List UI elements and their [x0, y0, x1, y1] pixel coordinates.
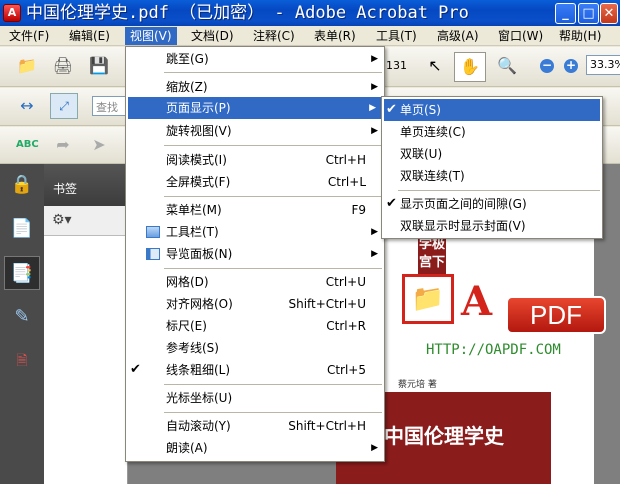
- save-icon[interactable]: 💾: [88, 55, 110, 77]
- menu-item-guides[interactable]: 参考线(S): [126, 337, 384, 359]
- fit-width-icon[interactable]: ↔: [16, 95, 38, 117]
- menu-forms[interactable]: 表单(R): [309, 27, 361, 45]
- submenu-item-single-page[interactable]: ✔ 单页(S): [384, 99, 600, 121]
- checkmark-icon: ✔: [130, 362, 141, 377]
- menu-item-line-weights[interactable]: ✔ 线条粗细(L) Ctrl+5: [126, 359, 384, 381]
- attachments-icon[interactable]: 🗎: [4, 344, 40, 378]
- menu-item-menu-bar[interactable]: 菜单栏(M) F9: [126, 199, 384, 221]
- options-gear-icon[interactable]: ⚙▾: [52, 212, 72, 228]
- menu-file[interactable]: 文件(F): [4, 27, 54, 45]
- back-arrow-icon[interactable]: ➦: [52, 134, 74, 156]
- submenu-item-show-gaps[interactable]: ✔ 显示页面之间的间隙(G): [382, 193, 602, 215]
- menu-view[interactable]: 视图(V): [125, 27, 177, 45]
- print-icon[interactable]: 🖨: [52, 55, 74, 77]
- menu-item-zoom[interactable]: 缩放(Z) ▶: [126, 76, 384, 98]
- book-title-fragment: 学极 宫下: [418, 236, 446, 276]
- panel-options: ⚙▾: [44, 206, 128, 236]
- menu-item-auto-scroll[interactable]: 自动滚动(Y) Shift+Ctrl+H: [126, 415, 384, 437]
- zoom-in-icon[interactable]: +: [564, 59, 578, 73]
- menu-item-rulers[interactable]: 标尺(E) Ctrl+R: [126, 315, 384, 337]
- folder-logo-icon: 📁: [402, 274, 454, 324]
- open-folder-icon[interactable]: 📁: [16, 55, 38, 77]
- oapdf-url: HTTP://OAPDF.COM: [426, 342, 561, 358]
- toolbar-icon: [146, 226, 160, 238]
- zoom-tool-icon[interactable]: 🔍: [496, 55, 518, 77]
- menu-bar: 文件(F) 编辑(E) 视图(V) 文档(D) 注释(C) 表单(R) 工具(T…: [0, 26, 620, 46]
- book-title: 中国伦理学史: [384, 424, 504, 448]
- menu-item-snap-to-grid[interactable]: 对齐网格(O) Shift+Ctrl+U: [126, 293, 384, 315]
- search-input[interactable]: 查找: [92, 96, 126, 116]
- page-display-submenu: ✔ 单页(S) 单页连续(C) 双联(U) 双联连续(T) ✔ 显示页面之间的间隙(…: [381, 96, 603, 239]
- menu-document[interactable]: 文档(D): [186, 27, 239, 45]
- acrobat-icon: A: [3, 4, 21, 22]
- menu-item-read-out-loud[interactable]: 朗读(A) ▶: [126, 437, 384, 459]
- logo-letter: A: [461, 278, 493, 325]
- select-tool-icon[interactable]: ↖: [424, 55, 446, 77]
- menu-item-navigation-panels[interactable]: 导览面板(N) ▶: [126, 243, 384, 265]
- minimize-button[interactable]: _: [555, 3, 576, 24]
- zoom-out-icon[interactable]: −: [540, 59, 554, 73]
- hand-tool-icon[interactable]: ✋: [454, 52, 486, 82]
- navigation-bar: 🔒 📄 📑 ✎ 🗎: [0, 164, 44, 484]
- checkmark-icon: ✔: [386, 196, 397, 211]
- page-number[interactable]: 131: [386, 59, 407, 72]
- menu-tools[interactable]: 工具(T): [371, 27, 422, 45]
- menu-item-toolbars[interactable]: 工具栏(T) ▶: [126, 221, 384, 243]
- window-title: 中国伦理学史.pdf （已加密） - Adobe Acrobat Pro: [26, 3, 469, 23]
- pdf-logo-text: PDF: [506, 296, 606, 334]
- maximize-button[interactable]: □: [578, 3, 599, 24]
- menu-item-goto[interactable]: 跳至(G) ▶: [126, 48, 384, 70]
- submenu-item-show-cover-page[interactable]: 双联显示时显示封面(V): [382, 215, 602, 237]
- submenu-item-single-page-continuous[interactable]: 单页连续(C): [382, 121, 602, 143]
- menu-edit[interactable]: 编辑(E): [64, 27, 115, 45]
- zoom-input[interactable]: 33.3%: [586, 55, 620, 75]
- view-menu: 跳至(G) ▶ 缩放(Z) ▶ 页面显示(P) ▶ 旋转视图(V) ▶ 阅读模式(I) C…: [125, 46, 385, 462]
- spellcheck-icon[interactable]: ABC: [16, 134, 39, 156]
- menu-advanced[interactable]: 高级(A): [432, 27, 484, 45]
- menu-window[interactable]: 窗口(W): [493, 27, 548, 45]
- close-button[interactable]: ✕: [600, 3, 618, 24]
- lock-icon[interactable]: 🔒: [4, 168, 40, 202]
- menu-item-grid[interactable]: 网格(D) Ctrl+U: [126, 271, 384, 293]
- menu-item-reading-mode[interactable]: 阅读模式(I) Ctrl+H: [126, 149, 384, 171]
- submenu-item-two-up[interactable]: 双联(U): [382, 143, 602, 165]
- signatures-icon[interactable]: ✎: [4, 300, 40, 334]
- menu-help[interactable]: 帮助(H): [554, 27, 606, 45]
- book-author: 蔡元培 著: [398, 380, 437, 390]
- menu-item-rotate-view[interactable]: 旋转视图(V) ▶: [126, 120, 384, 142]
- menu-item-page-display[interactable]: 页面显示(P) ▶: [128, 97, 382, 119]
- menu-item-full-screen[interactable]: 全屏模式(F) Ctrl+L: [126, 171, 384, 193]
- bookmarks-icon[interactable]: 📑: [4, 256, 40, 290]
- submenu-item-two-up-continuous[interactable]: 双联连续(T): [382, 165, 602, 187]
- nav-panel-icon: [146, 248, 160, 260]
- menu-item-cursor-coordinates[interactable]: 光标坐标(U): [126, 387, 384, 409]
- checkmark-icon: ✔: [386, 102, 397, 117]
- title-bar: A 中国伦理学史.pdf （已加密） - Adobe Acrobat Pro _…: [0, 0, 620, 26]
- panel-title: 书签: [44, 164, 128, 206]
- fit-page-icon[interactable]: ⤢: [50, 93, 78, 119]
- menu-comments[interactable]: 注释(C): [248, 27, 300, 45]
- forward-arrow-icon[interactable]: ➤: [88, 134, 110, 156]
- pages-icon[interactable]: 📄: [4, 212, 40, 246]
